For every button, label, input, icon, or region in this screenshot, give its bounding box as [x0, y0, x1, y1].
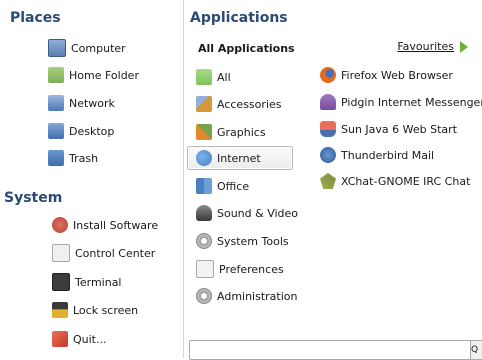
- sound-video-icon: [196, 205, 212, 221]
- app-label: XChat-GNOME IRC Chat: [341, 174, 471, 188]
- app-java-web-start[interactable]: Sun Java 6 Web Start: [320, 119, 457, 139]
- system-lock-screen[interactable]: Lock screen: [52, 300, 138, 320]
- place-label: Network: [69, 96, 115, 110]
- category-label: Administration: [217, 289, 298, 303]
- category-label: Sound & Video: [217, 206, 299, 220]
- app-xchat[interactable]: XChat-GNOME IRC Chat: [320, 171, 470, 191]
- search-input[interactable]: [189, 340, 471, 360]
- category-system-tools[interactable]: System Tools: [196, 231, 289, 251]
- app-label: Thunderbird Mail: [341, 148, 435, 162]
- home-folder-icon: [48, 67, 64, 83]
- thunderbird-icon: [320, 147, 336, 163]
- category-administration[interactable]: Administration: [196, 286, 298, 306]
- all-applications-label: All Applications: [198, 41, 295, 55]
- place-network[interactable]: Network: [48, 93, 115, 113]
- system-tools-icon: [196, 233, 212, 249]
- category-graphics[interactable]: Graphics: [196, 122, 266, 142]
- control-center-icon: [52, 244, 70, 262]
- category-office[interactable]: Office: [196, 176, 249, 196]
- system-terminal[interactable]: Terminal: [52, 272, 122, 292]
- place-label: Trash: [69, 151, 99, 165]
- category-label: Preferences: [219, 262, 284, 276]
- app-label: Firefox Web Browser: [341, 68, 453, 82]
- system-heading: System: [4, 190, 63, 206]
- place-home-folder[interactable]: Home Folder: [48, 65, 139, 85]
- arrow-right-icon: [460, 40, 468, 53]
- system-label: Install Software: [73, 218, 159, 232]
- network-icon: [48, 95, 64, 111]
- system-label: Lock screen: [73, 303, 139, 317]
- place-label: Home Folder: [69, 68, 139, 82]
- place-desktop[interactable]: Desktop: [48, 121, 114, 141]
- lock-screen-icon: [52, 302, 68, 318]
- category-preferences[interactable]: Preferences: [196, 259, 284, 279]
- system-label: Control Center: [75, 246, 156, 260]
- right-panel: Applications All Applications Favourites…: [184, 0, 482, 358]
- search-icon[interactable]: Q: [470, 340, 482, 360]
- category-accessories[interactable]: Accessories: [196, 94, 281, 114]
- install-software-icon: [52, 217, 68, 233]
- firefox-icon: [320, 67, 336, 83]
- xchat-icon: [320, 173, 336, 189]
- internet-icon: [196, 150, 212, 166]
- favourites-label: Favourites: [397, 40, 454, 53]
- terminal-icon: [52, 273, 70, 291]
- left-panel: Places Computer Home Folder Network Desk…: [0, 0, 184, 358]
- applications-heading: Applications: [190, 10, 288, 26]
- category-all[interactable]: All: [196, 67, 231, 87]
- category-label: Office: [217, 179, 250, 193]
- graphics-icon: [196, 124, 212, 140]
- all-icon: [196, 69, 212, 85]
- category-label: All: [217, 70, 231, 84]
- system-label: Terminal: [75, 275, 122, 289]
- system-control-center[interactable]: Control Center: [52, 243, 155, 263]
- java-icon: [320, 121, 336, 137]
- place-label: Computer: [71, 41, 126, 55]
- system-install-software[interactable]: Install Software: [52, 215, 158, 235]
- system-quit[interactable]: Quit...: [52, 329, 107, 349]
- pidgin-icon: [320, 94, 336, 110]
- accessories-icon: [196, 96, 212, 112]
- place-label: Desktop: [69, 124, 115, 138]
- place-trash[interactable]: Trash: [48, 148, 98, 168]
- app-firefox[interactable]: Firefox Web Browser: [320, 65, 453, 85]
- category-sound-video[interactable]: Sound & Video: [196, 203, 298, 223]
- category-label: System Tools: [217, 234, 289, 248]
- place-computer[interactable]: Computer: [48, 38, 126, 58]
- administration-icon: [196, 288, 212, 304]
- app-label: Pidgin Internet Messenger: [341, 95, 482, 109]
- places-heading: Places: [10, 10, 61, 26]
- app-label: Sun Java 6 Web Start: [341, 122, 457, 136]
- app-thunderbird[interactable]: Thunderbird Mail: [320, 145, 434, 165]
- all-applications-title: All Applications: [198, 38, 295, 58]
- category-label: Accessories: [217, 97, 282, 111]
- preferences-icon: [196, 260, 214, 278]
- office-icon: [196, 178, 212, 194]
- desktop-icon: [48, 123, 64, 139]
- category-internet[interactable]: Internet: [187, 146, 293, 170]
- quit-icon: [52, 331, 68, 347]
- app-pidgin[interactable]: Pidgin Internet Messenger: [320, 92, 482, 112]
- computer-icon: [48, 39, 66, 57]
- category-label: Internet: [217, 151, 261, 165]
- system-label: Quit...: [73, 332, 107, 346]
- favourites-button[interactable]: Favourites: [397, 40, 468, 53]
- trash-icon: [48, 150, 64, 166]
- category-label: Graphics: [217, 125, 266, 139]
